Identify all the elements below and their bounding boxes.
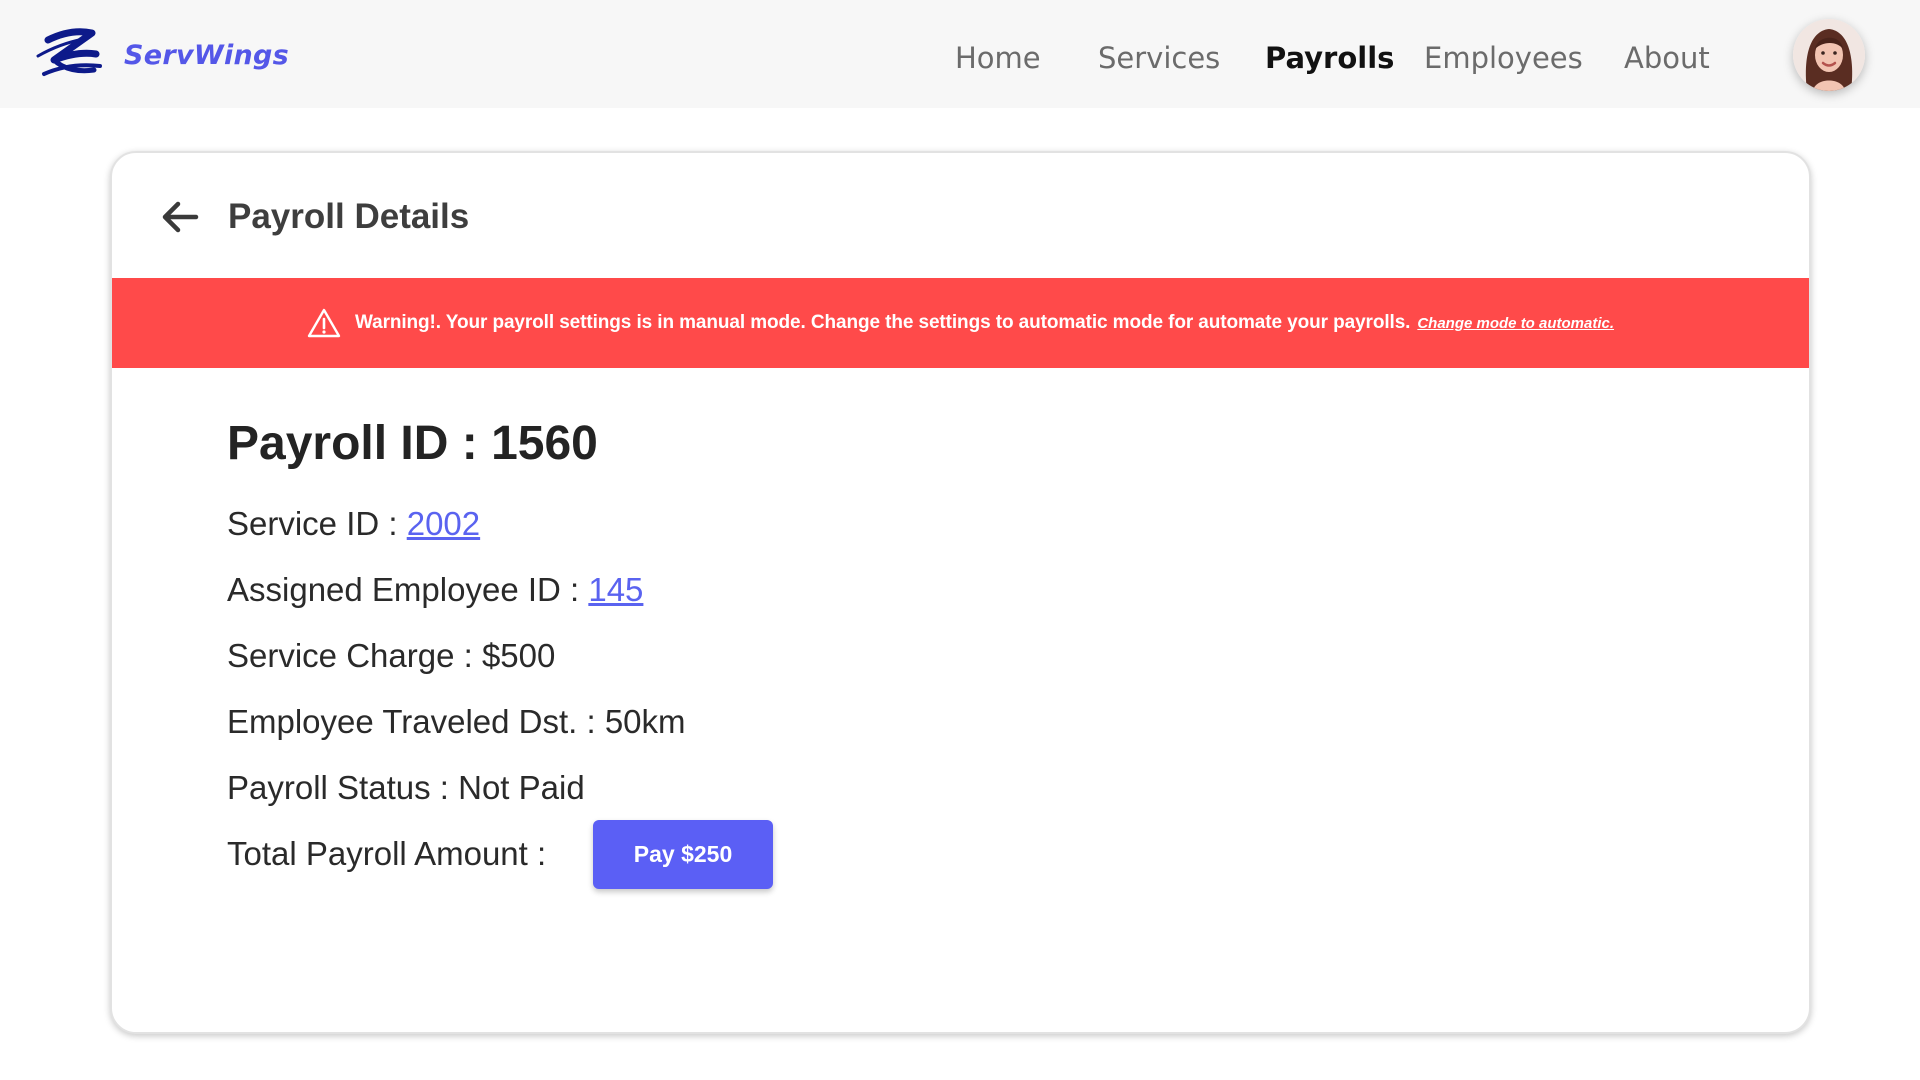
payroll-id-label: Payroll ID :	[227, 417, 492, 470]
nav-link-employees[interactable]: Employees	[1424, 38, 1583, 78]
pay-button[interactable]: Pay $250	[593, 820, 773, 889]
user-avatar-icon	[1793, 19, 1865, 91]
employee-id-link[interactable]: 145	[588, 571, 643, 608]
arrow-left-icon	[162, 201, 199, 233]
payroll-details: Payroll ID : 1560 Service ID : 2002 Assi…	[227, 416, 773, 889]
nav-link-payrolls[interactable]: Payrolls	[1265, 38, 1394, 78]
employee-id-label: Assigned Employee ID :	[227, 571, 589, 608]
nav-link-about[interactable]: About	[1624, 38, 1710, 78]
payroll-details-card: Payroll Details Warning!. Your payroll s…	[110, 151, 1811, 1034]
warning-triangle-icon	[307, 308, 341, 338]
change-mode-link[interactable]: Change mode to automatic.	[1417, 315, 1614, 332]
distance-label: Employee Traveled Dst. :	[227, 703, 605, 740]
service-charge-value: $500	[481, 637, 556, 674]
service-id-row: Service ID : 2002	[227, 504, 480, 544]
service-id-label: Service ID :	[227, 505, 407, 542]
top-navigation-bar: ServWings Home Services Payrolls Employe…	[0, 0, 1920, 108]
employee-id-row: Assigned Employee ID : 145	[227, 570, 643, 610]
payroll-status-value: Not Paid	[458, 769, 585, 806]
payroll-id-heading: Payroll ID : 1560	[227, 416, 598, 472]
service-id-link[interactable]: 2002	[407, 505, 480, 542]
distance-value: 50km	[604, 703, 686, 740]
back-button[interactable]	[156, 193, 204, 241]
total-amount-label: Total Payroll Amount :	[227, 835, 547, 872]
warning-banner: Warning!. Your payroll settings is in ma…	[112, 278, 1809, 368]
distance-row: Employee Traveled Dst. : 50km	[227, 702, 686, 742]
brand-name: ServWings	[124, 39, 290, 71]
user-avatar[interactable]	[1793, 19, 1865, 91]
payroll-status-row: Payroll Status : Not Paid	[227, 768, 585, 808]
card-header: Payroll Details	[112, 153, 1809, 278]
payroll-id-value: 1560	[491, 417, 598, 470]
servwings-logo-icon	[36, 28, 102, 76]
service-charge-label: Service Charge :	[227, 637, 482, 674]
page-title: Payroll Details	[228, 197, 470, 236]
brand-logo-link[interactable]: ServWings	[34, 26, 289, 84]
nav-link-home[interactable]: Home	[955, 38, 1041, 78]
total-amount-row: Total Payroll Amount : Pay $250	[227, 820, 773, 889]
nav-link-services[interactable]: Services	[1098, 38, 1220, 78]
service-charge-row: Service Charge : $500	[227, 636, 555, 676]
payroll-status-label: Payroll Status :	[227, 769, 459, 806]
warning-message: Warning!. Your payroll settings is in ma…	[354, 312, 1411, 333]
